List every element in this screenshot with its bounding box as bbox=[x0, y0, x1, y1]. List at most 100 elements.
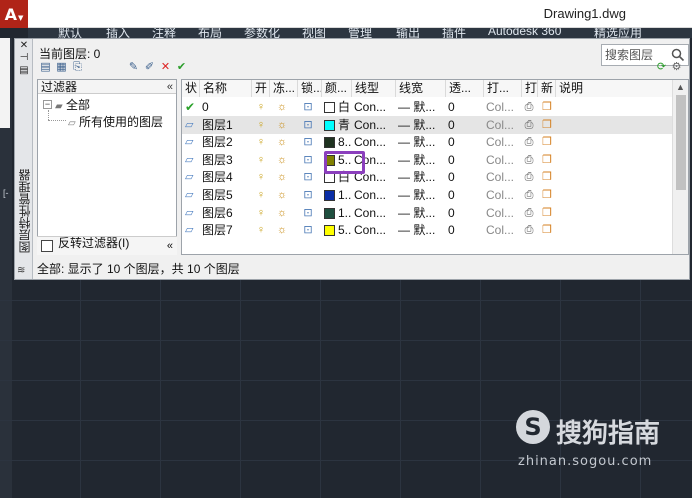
layer-name[interactable]: 图层2 bbox=[202, 133, 252, 151]
ribbon-tab-featured-apps[interactable]: 精选应用 bbox=[594, 28, 642, 38]
lineweight[interactable]: — 默... bbox=[398, 221, 444, 239]
collapse-left-pane-button[interactable]: « bbox=[167, 240, 173, 252]
linetype[interactable]: Con... bbox=[354, 168, 394, 186]
layer-row[interactable]: ▱ 图层2♀ ☼ ⊡ 8...Con...— 默...0Col...⎙❐ bbox=[182, 133, 672, 151]
lineweight[interactable]: — 默... bbox=[398, 204, 444, 222]
column-linetype[interactable]: 线型 bbox=[352, 80, 396, 97]
transparency[interactable]: 0 bbox=[448, 221, 482, 239]
layer-name[interactable]: 图层7 bbox=[202, 221, 252, 239]
transparency[interactable]: 0 bbox=[448, 98, 482, 116]
plot-style[interactable]: Col... bbox=[486, 98, 520, 116]
layer-name[interactable]: 图层4 bbox=[202, 168, 252, 186]
unlock-icon[interactable]: ⊡ bbox=[300, 116, 316, 134]
column-freeze[interactable]: 冻... bbox=[270, 80, 298, 97]
light-bulb-icon[interactable]: ♀ bbox=[254, 151, 268, 169]
linetype[interactable]: Con... bbox=[354, 186, 394, 204]
unlock-icon[interactable]: ⊡ bbox=[300, 133, 316, 151]
column-name[interactable]: 名称 bbox=[200, 80, 252, 97]
plot-style[interactable]: Col... bbox=[486, 204, 520, 222]
column-transparency[interactable]: 透... bbox=[446, 80, 484, 97]
tree-collapse-icon[interactable]: − bbox=[43, 100, 52, 109]
light-bulb-icon[interactable]: ♀ bbox=[254, 186, 268, 204]
column-lineweight[interactable]: 线宽 bbox=[396, 80, 446, 97]
ribbon-tab-annotate[interactable]: 注释 bbox=[152, 28, 176, 38]
lineweight[interactable]: — 默... bbox=[398, 168, 444, 186]
vertical-scroll-thumb[interactable] bbox=[676, 95, 686, 190]
collapse-tree-button[interactable]: « bbox=[167, 80, 173, 94]
layer-row[interactable]: ▱ 图层5♀ ☼ ⊡ 1...Con...— 默...0Col...⎙❐ bbox=[182, 186, 672, 204]
color-name[interactable]: 青 bbox=[338, 116, 352, 134]
settings-icon[interactable]: ⚙ bbox=[670, 61, 683, 74]
new-group-filter-icon[interactable]: ▦ bbox=[55, 61, 68, 74]
unlock-icon[interactable]: ⊡ bbox=[300, 221, 316, 239]
color-swatch[interactable] bbox=[324, 207, 335, 219]
color-swatch[interactable] bbox=[324, 225, 335, 237]
linetype[interactable]: Con... bbox=[354, 151, 394, 169]
ribbon-tab-manage[interactable]: 管理 bbox=[348, 28, 372, 38]
plot-style[interactable]: Col... bbox=[486, 186, 520, 204]
printer-icon[interactable]: ⎙ bbox=[522, 168, 536, 186]
ribbon-tab-output[interactable]: 输出 bbox=[396, 28, 420, 38]
light-bulb-icon[interactable]: ♀ bbox=[254, 133, 268, 151]
color-name[interactable]: 1... bbox=[338, 186, 352, 204]
invert-filter-checkbox[interactable] bbox=[41, 240, 53, 252]
tree-node-all[interactable]: ▰ 全部 bbox=[55, 96, 90, 113]
color-swatch[interactable] bbox=[324, 137, 335, 149]
transparency[interactable]: 0 bbox=[448, 116, 482, 134]
scroll-up-icon[interactable]: ▲ bbox=[676, 82, 685, 92]
transparency[interactable]: 0 bbox=[448, 204, 482, 222]
transparency[interactable]: 0 bbox=[448, 186, 482, 204]
linetype[interactable]: Con... bbox=[354, 116, 394, 134]
unlock-icon[interactable]: ⊡ bbox=[300, 186, 316, 204]
layer-name[interactable]: 图层6 bbox=[202, 204, 252, 222]
sun-thaw-icon[interactable]: ☼ bbox=[274, 221, 290, 239]
light-bulb-icon[interactable]: ♀ bbox=[254, 204, 268, 222]
new-vp-freeze-icon[interactable]: ❐ bbox=[540, 133, 554, 151]
ribbon-tab-autodesk360[interactable]: Autodesk 360 bbox=[488, 28, 561, 38]
close-icon[interactable]: ✕ bbox=[17, 40, 31, 52]
sun-thaw-icon[interactable]: ☼ bbox=[274, 204, 290, 222]
properties-icon[interactable]: ▤ bbox=[17, 65, 31, 77]
unlock-icon[interactable]: ⊡ bbox=[300, 151, 316, 169]
layer-name[interactable]: 图层3 bbox=[202, 151, 252, 169]
new-layer-icon[interactable]: ✎ bbox=[127, 61, 140, 74]
color-name[interactable]: 白 bbox=[338, 98, 352, 116]
ribbon-tab-plugins[interactable]: 插件 bbox=[442, 28, 466, 38]
column-description[interactable]: 说明 bbox=[556, 80, 672, 97]
layer-row[interactable]: ✔ 0 ♀ ☼ ⊡ 白 Con... — 默... 0 Col... ⎙ ❐ bbox=[182, 98, 672, 116]
transparency[interactable]: 0 bbox=[448, 133, 482, 151]
sun-thaw-icon[interactable]: ☼ bbox=[274, 151, 290, 169]
unlock-icon[interactable]: ⊡ bbox=[300, 98, 316, 116]
linetype[interactable]: Con... bbox=[354, 221, 394, 239]
color-name[interactable]: 5... bbox=[338, 151, 352, 169]
unlock-icon[interactable]: ⊡ bbox=[300, 204, 316, 222]
refresh-icon[interactable]: ⟳ bbox=[655, 61, 668, 74]
vertical-scrollbar[interactable]: ▲ ▼ bbox=[672, 80, 688, 254]
new-property-filter-icon[interactable]: ▤ bbox=[39, 61, 52, 74]
layer-states-manager-icon[interactable]: ⎘ bbox=[71, 61, 84, 74]
printer-icon[interactable]: ⎙ bbox=[522, 186, 536, 204]
column-plot-style[interactable]: 打... bbox=[484, 80, 522, 97]
layer-row[interactable]: ▱ 图层3♀ ☼ ⊡ 5...Con...— 默...0Col...⎙❐ bbox=[182, 151, 672, 169]
plot-style[interactable]: Col... bbox=[486, 116, 520, 134]
sun-thaw-icon[interactable]: ☼ bbox=[274, 116, 290, 134]
color-swatch[interactable] bbox=[324, 190, 335, 201]
color-name[interactable]: 白 bbox=[338, 168, 352, 186]
plot-style[interactable]: Col... bbox=[486, 168, 520, 186]
color-name[interactable]: 1... bbox=[338, 204, 352, 222]
lineweight[interactable]: — 默... bbox=[398, 186, 444, 204]
lineweight[interactable]: — 默... bbox=[398, 98, 444, 116]
printer-icon[interactable]: ⎙ bbox=[522, 151, 536, 169]
light-bulb-icon[interactable]: ♀ bbox=[254, 98, 268, 116]
new-vp-freeze-icon[interactable]: ❐ bbox=[540, 186, 554, 204]
light-bulb-icon[interactable]: ♀ bbox=[254, 116, 268, 134]
printer-icon[interactable]: ⎙ bbox=[522, 98, 536, 116]
linetype[interactable]: Con... bbox=[354, 204, 394, 222]
transparency[interactable]: 0 bbox=[448, 168, 482, 186]
layer-row[interactable]: ▱ 图层7♀ ☼ ⊡ 5...Con...— 默...0Col...⎙❐ bbox=[182, 221, 672, 239]
delete-layer-icon[interactable]: ✕ bbox=[159, 61, 172, 74]
new-vp-freeze-icon[interactable]: ❐ bbox=[540, 221, 554, 239]
new-layer-vp-frozen-icon[interactable]: ✐ bbox=[143, 61, 156, 74]
lineweight[interactable]: — 默... bbox=[398, 133, 444, 151]
layer-row[interactable]: ▱ 图层1 ♀ ☼ ⊡ 青 Con... — 默... 0 Col... ⎙ ❐ bbox=[182, 115, 672, 134]
